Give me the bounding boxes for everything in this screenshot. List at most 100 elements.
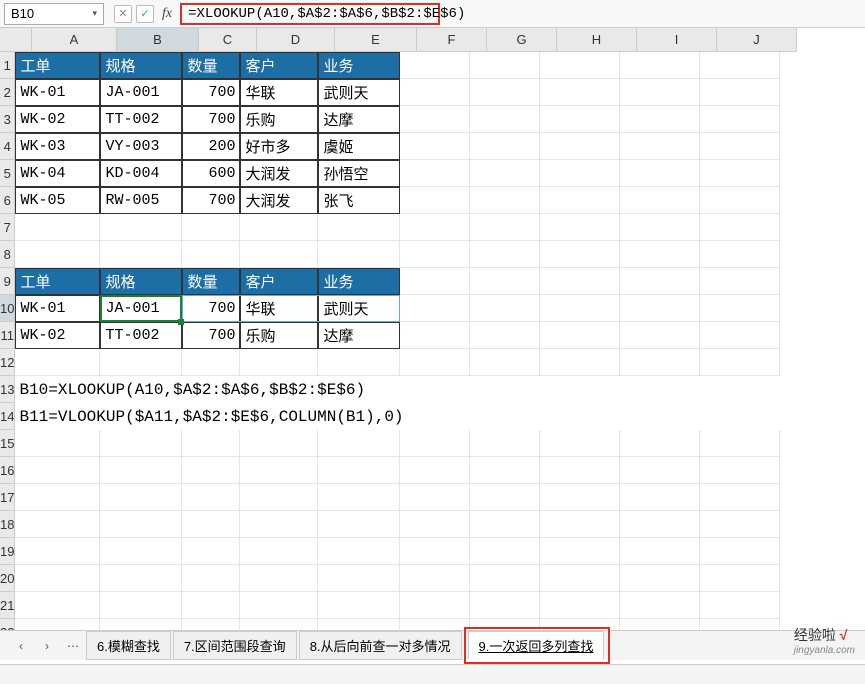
cell[interactable] [620,565,700,592]
sheet-tab[interactable]: 8.从后向前查一对多情况 [299,631,462,660]
cell[interactable] [318,349,400,376]
cell[interactable]: 达摩 [318,322,400,349]
row-header[interactable]: 13 [0,376,15,403]
cell[interactable]: 武则天 [318,79,400,106]
cell[interactable] [620,349,700,376]
cell[interactable] [700,538,780,565]
row-header[interactable]: 19 [0,538,15,565]
cell[interactable] [400,160,470,187]
cell[interactable] [620,214,700,241]
col-header-A[interactable]: A [32,28,117,52]
cell[interactable] [470,430,540,457]
row-header[interactable]: 10 [0,295,15,322]
cell[interactable]: B10=XLOOKUP(A10,$A$2:$A$6,$B$2:$E$6) [15,376,780,403]
cell[interactable] [100,214,182,241]
cell[interactable] [540,592,620,619]
cell[interactable] [15,592,100,619]
name-box-dropdown-icon[interactable]: ▾ [92,8,97,19]
cell[interactable]: WK-01 [15,295,100,322]
cell[interactable]: 乐购 [240,106,318,133]
cell[interactable] [400,484,470,511]
col-header-J[interactable]: J [717,28,797,52]
cell[interactable] [100,241,182,268]
cell[interactable]: JA-001 [100,79,182,106]
cell[interactable] [400,241,470,268]
cell[interactable] [470,457,540,484]
cell[interactable]: 大润发 [240,160,318,187]
cell[interactable]: KD-004 [100,160,182,187]
row-header[interactable]: 14 [0,403,15,430]
cell[interactable] [182,430,240,457]
cell[interactable]: TT-002 [100,322,182,349]
cell[interactable]: 700 [182,295,240,322]
cell[interactable]: 200 [182,133,240,160]
cell[interactable] [318,214,400,241]
cell[interactable] [240,592,318,619]
cell[interactable] [620,268,700,295]
cell[interactable] [620,187,700,214]
name-box[interactable]: B10 ▾ [4,3,104,25]
cell[interactable] [318,565,400,592]
cell[interactable] [620,484,700,511]
row-header[interactable]: 9 [0,268,15,295]
cell[interactable] [700,133,780,160]
cell[interactable] [540,268,620,295]
cell[interactable] [470,187,540,214]
col-header-E[interactable]: E [335,28,417,52]
cell[interactable] [540,106,620,133]
cell[interactable] [100,538,182,565]
cell[interactable] [182,538,240,565]
cell[interactable] [700,268,780,295]
cell[interactable]: 虞姬 [318,133,400,160]
cell[interactable]: WK-01 [15,79,100,106]
cell[interactable] [620,295,700,322]
cell[interactable] [318,538,400,565]
col-header-H[interactable]: H [557,28,637,52]
cell[interactable] [700,160,780,187]
cell[interactable] [620,133,700,160]
cell[interactable] [15,214,100,241]
cell[interactable] [182,511,240,538]
col-header-F[interactable]: F [417,28,487,52]
row-header[interactable]: 12 [0,349,15,376]
formula-input[interactable]: =XLOOKUP(A10,$A$2:$A$6,$B$2:$E$6) [180,3,440,25]
cell[interactable] [240,484,318,511]
cell[interactable]: 600 [182,160,240,187]
cell[interactable]: 达摩 [318,106,400,133]
cell[interactable] [470,52,540,79]
cell[interactable] [318,484,400,511]
tab-next-icon[interactable]: › [34,635,60,657]
cell[interactable] [540,295,620,322]
cell[interactable] [15,565,100,592]
cell[interactable] [15,241,100,268]
cell[interactable]: 好市多 [240,133,318,160]
cell[interactable] [620,430,700,457]
cell[interactable] [400,106,470,133]
cell[interactable] [318,457,400,484]
cell[interactable] [182,214,240,241]
cell[interactable] [400,430,470,457]
row-header[interactable]: 7 [0,214,15,241]
cell[interactable] [620,457,700,484]
cell[interactable] [182,484,240,511]
sheet-tab-active[interactable]: 9.一次返回多列查找 [468,631,605,660]
cell[interactable] [240,241,318,268]
row-header[interactable]: 16 [0,457,15,484]
cell[interactable]: 700 [182,322,240,349]
col-header-C[interactable]: C [199,28,257,52]
cell[interactable] [700,430,780,457]
row-header[interactable]: 1 [0,52,15,79]
cell[interactable] [540,160,620,187]
cell[interactable] [700,457,780,484]
cell[interactable] [700,214,780,241]
fx-icon[interactable]: fx [162,6,172,22]
cell[interactable] [318,430,400,457]
cell[interactable] [400,52,470,79]
cell[interactable] [470,133,540,160]
cell[interactable]: 业务 [318,52,400,79]
cell[interactable] [470,106,540,133]
cell[interactable]: B11=VLOOKUP($A11,$A$2:$E$6,COLUMN(B1),0) [15,403,780,430]
row-header[interactable]: 4 [0,133,15,160]
sheet-tab[interactable]: 7.区间范围段查询 [173,631,297,660]
cell[interactable] [620,106,700,133]
